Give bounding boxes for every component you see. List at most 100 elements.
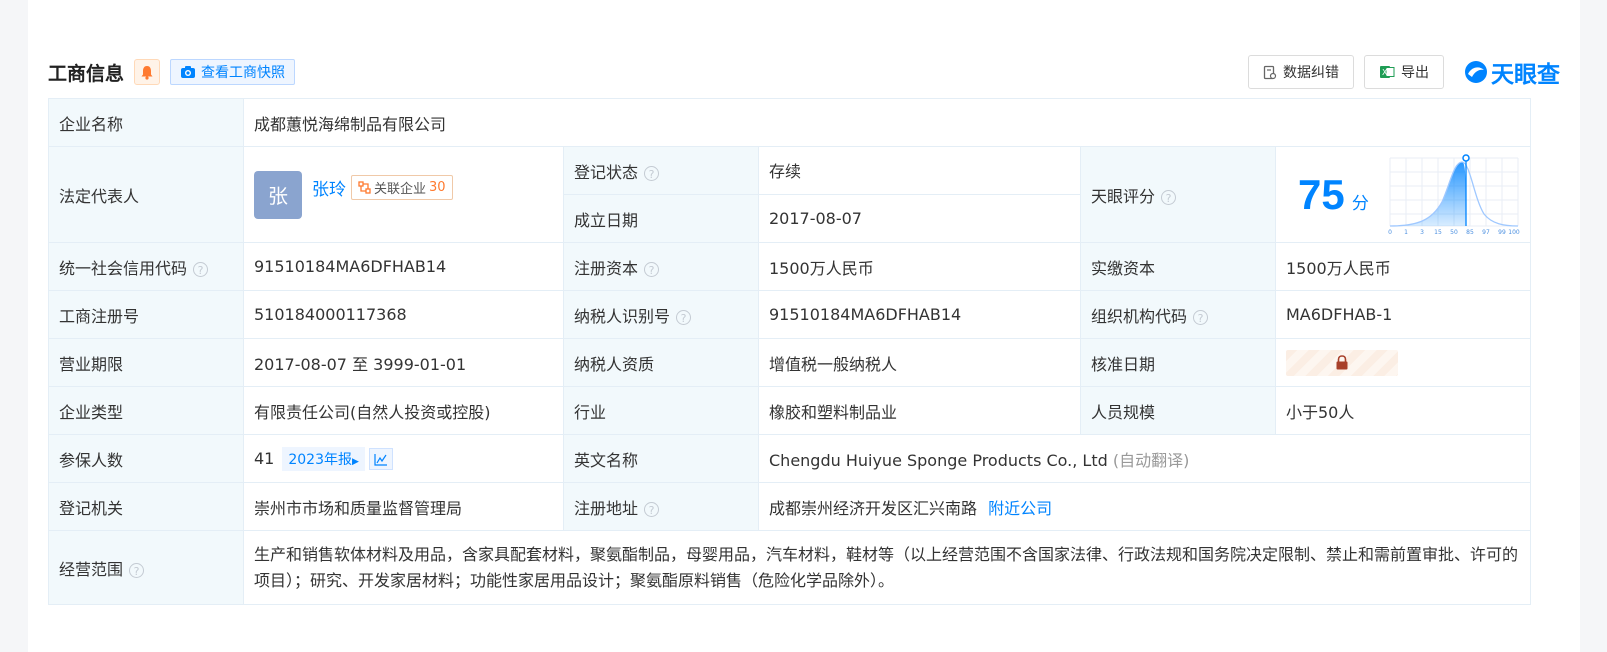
reg-authority-label: 登记机关 (48, 482, 244, 531)
insured-value: 41 (254, 448, 275, 468)
reg-address-label-cell: 注册地址? (563, 482, 759, 531)
tianyancha-logo: 天眼查 (1464, 55, 1560, 89)
taxpayer-qual-label: 纳税人资质 (563, 338, 759, 387)
score-display: 75 分 (1298, 171, 1369, 219)
caret-right-icon: ▶ (352, 456, 359, 467)
term-label: 营业期限 (48, 338, 244, 387)
export-button[interactable]: X 导出 (1364, 55, 1444, 89)
help-icon[interactable]: ? (1193, 309, 1209, 325)
reg-address-label: 注册地址 (574, 498, 639, 518)
score-axis-tick: 97 (1482, 229, 1490, 236)
table-row: 企业类型 有限责任公司(自然人投资或控股) 行业 橡胶和塑料制品业 人员规模 小… (48, 386, 1532, 435)
excel-icon: X (1380, 66, 1395, 78)
org-code-label: 组织机构代码 (1091, 306, 1188, 326)
approve-date-cell (1274, 338, 1532, 387)
est-date-value: 2017-08-07 (758, 194, 1081, 243)
scope-value: 生产和销售软体材料及用品，含家具配套材料，聚氨酯制品，母婴用品，汽车材料，鞋材等… (242, 530, 1532, 605)
reg-status-value: 存续 (758, 146, 1081, 195)
paid-capital-label: 实缴资本 (1080, 242, 1276, 291)
nearby-companies-link[interactable]: 附近公司 (988, 499, 1052, 518)
score-axis-tick: 3 (1420, 229, 1424, 236)
annual-report-tag[interactable]: 2023年报▶ (282, 446, 365, 471)
taxpayer-id-value: 91510184MA6DFHAB14 (758, 290, 1081, 339)
scope-label-cell: 经营范围? (48, 530, 244, 605)
help-icon[interactable]: ? (676, 309, 692, 325)
help-icon[interactable]: ? (129, 562, 145, 578)
business-info-table: 企业名称 成都蕙悦海绵制品有限公司 法定代表人 张 张玲 关联企业 30 登记状… (48, 98, 1532, 605)
help-icon[interactable]: ? (644, 501, 660, 517)
legal-rep-cell: 张 张玲 关联企业 30 (243, 146, 564, 243)
table-row: 营业期限 2017-08-07 至 3999-01-01 纳税人资质 增值税一般… (48, 338, 1532, 387)
reg-capital-label-cell: 注册资本? (563, 242, 759, 291)
export-label: 导出 (1401, 65, 1429, 81)
score-axis-tick: 99 (1498, 229, 1506, 236)
score-number: 75 (1298, 170, 1345, 218)
reg-capital-label: 注册资本 (574, 258, 639, 278)
reg-capital-value: 1500万人民币 (758, 242, 1081, 291)
company-name-label: 企业名称 (48, 98, 244, 147)
edit-doc-icon (1263, 65, 1277, 79)
data-correction-label: 数据纠错 (1283, 65, 1339, 81)
tyc-score-cell[interactable]: 75 分 0 1 3 15 50 85 97 99 100 (1274, 146, 1532, 243)
bell-icon[interactable] (134, 59, 161, 85)
brand-eye-icon (1465, 61, 1487, 83)
reg-no-label: 工商注册号 (48, 290, 244, 339)
section-header: 工商信息 查看工商快照 数据纠错 X 导出 天眼查 (48, 55, 1560, 89)
company-name-value: 成都蕙悦海绵制品有限公司 (242, 98, 1532, 147)
brand-name: 天眼查 (1491, 62, 1560, 88)
english-name-cell: Chengdu Huiyue Sponge Products Co., Ltd … (757, 434, 1532, 483)
scope-label: 经营范围 (59, 559, 124, 579)
view-snapshot-label: 查看工商快照 (201, 65, 286, 81)
taxpayer-qual-value: 增值税一般纳税人 (758, 338, 1081, 387)
help-icon[interactable]: ? (644, 165, 660, 181)
view-snapshot-button[interactable]: 查看工商快照 (170, 59, 296, 85)
tyc-score-label: 天眼评分 (1091, 186, 1156, 206)
legal-rep-name-link[interactable]: 张玲 (312, 175, 346, 200)
trend-chart-button[interactable] (368, 448, 393, 470)
company-info-card: 工商信息 查看工商快照 数据纠错 X 导出 天眼查 企业名称 成都蕙悦海绵制品有… (28, 0, 1580, 652)
english-name-label: 英文名称 (563, 434, 759, 483)
tyc-score-label-cell: 天眼评分? (1080, 146, 1276, 243)
insured-label: 参保人数 (48, 434, 244, 483)
table-row: 工商注册号 510184000117368 纳税人识别号? 91510184MA… (48, 290, 1532, 339)
taxpayer-id-label: 纳税人识别号 (574, 306, 671, 326)
taxpayer-id-label-cell: 纳税人识别号? (563, 290, 759, 339)
score-axis-tick: 15 (1434, 229, 1442, 236)
reg-status-label-cell: 登记状态? (563, 146, 759, 195)
english-name-value: Chengdu Huiyue Sponge Products Co., Ltd (769, 450, 1108, 470)
term-value: 2017-08-07 至 3999-01-01 (243, 338, 564, 387)
help-icon[interactable]: ? (1161, 189, 1177, 205)
table-row: 登记机关 崇州市市场和质量监督管理局 注册地址? 成都崇州经济开发区汇兴南路 附… (48, 482, 1532, 531)
table-row: 法定代表人 张 张玲 关联企业 30 登记状态? 存续 天眼评分? 75 分 0… (48, 146, 1532, 243)
line-chart-icon (374, 453, 387, 466)
reg-address-value: 成都崇州经济开发区汇兴南路 (769, 498, 978, 518)
data-correction-button[interactable]: 数据纠错 (1248, 55, 1354, 89)
score-axis-tick: 50 (1450, 229, 1458, 236)
insured-cell: 41 2023年报▶ (243, 434, 564, 483)
related-companies-badge[interactable]: 关联企业 30 (351, 174, 453, 200)
table-row: 参保人数 41 2023年报▶ 英文名称 Chengdu Huiyue Spong… (48, 434, 1532, 483)
annual-report-label: 2023年报 (288, 451, 352, 468)
help-icon[interactable]: ? (193, 261, 209, 277)
approve-date-label: 核准日期 (1080, 338, 1276, 387)
related-companies-count: 30 (429, 179, 446, 195)
legal-rep-label: 法定代表人 (48, 146, 244, 243)
related-companies-label: 关联企业 (374, 181, 427, 197)
help-icon[interactable]: ? (644, 261, 660, 277)
locked-value[interactable] (1286, 349, 1398, 376)
staff-size-value: 小于50人 (1274, 386, 1532, 435)
section-title: 工商信息 (48, 62, 125, 85)
company-type-label: 企业类型 (48, 386, 244, 435)
table-row: 企业名称 成都蕙悦海绵制品有限公司 (48, 98, 1532, 147)
auto-translate-note: (自动翻译) (1112, 450, 1190, 470)
est-date-label: 成立日期 (563, 194, 759, 243)
avatar: 张 (254, 170, 302, 219)
company-type-value: 有限责任公司(自然人投资或控股) (243, 386, 564, 435)
network-icon (358, 180, 371, 194)
score-axis-tick: 85 (1466, 229, 1474, 236)
camera-icon (181, 66, 196, 78)
svg-text:X: X (1382, 68, 1388, 77)
score-marker-dot (1462, 153, 1470, 162)
reg-status-label: 登记状态 (574, 162, 639, 182)
score-axis-tick: 1 (1404, 229, 1408, 236)
